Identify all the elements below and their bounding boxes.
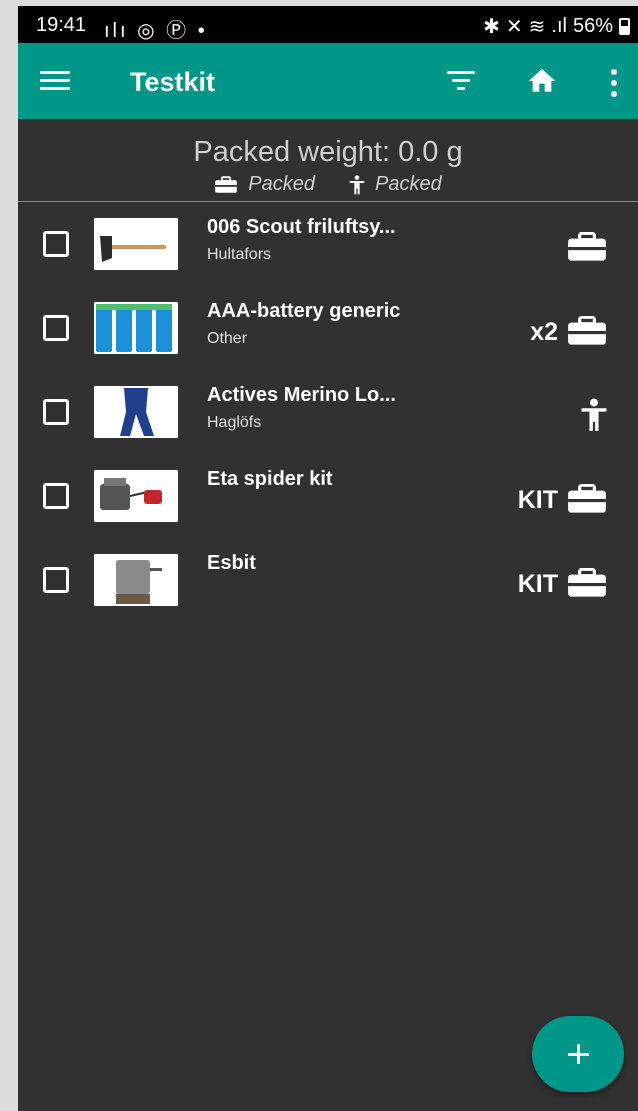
item-brand: Other (207, 330, 248, 347)
system-icons: ✱ ✕ ≋ .ıl 56% (483, 14, 630, 39)
item-name: Esbit (207, 552, 256, 574)
item-list: 006 Scout friluftsy... Hultafors AAA-bat… (18, 204, 638, 624)
packed-checkbox[interactable] (43, 231, 69, 257)
filter-icon[interactable] (445, 71, 477, 93)
person-icon (349, 174, 365, 194)
packed-checkbox[interactable] (43, 399, 69, 425)
status-bar: 19:41 ılı ◎ Ⓟ • ✱ ✕ ≋ .ıl 56% (18, 6, 638, 43)
esbit-pot-image (94, 554, 178, 606)
item-quantity: KIT (517, 486, 558, 514)
menu-icon[interactable] (40, 71, 70, 91)
legend-worn-label: Packed (375, 173, 442, 195)
list-item[interactable]: AAA-battery generic Other x2 (18, 288, 638, 372)
packed-checkbox[interactable] (43, 483, 69, 509)
phone-screen: 19:41 ılı ◎ Ⓟ • ✱ ✕ ≋ .ıl 56% Testkit Pa… (18, 6, 638, 1111)
instagram-icon: ◎ (137, 20, 158, 42)
briefcase-icon[interactable] (566, 484, 608, 514)
item-name: AAA-battery generic (207, 300, 401, 322)
pinterest-icon: Ⓟ (166, 20, 190, 42)
list-item[interactable]: 006 Scout friluftsy... Hultafors (18, 204, 638, 288)
app-bar: Testkit (18, 43, 638, 119)
mute-icon: ✕ (505, 16, 523, 38)
divider (18, 201, 638, 202)
briefcase-icon[interactable] (566, 316, 608, 346)
briefcase-icon (215, 175, 238, 193)
list-item[interactable]: Actives Merino Lo... Haglöfs (18, 372, 638, 456)
notification-icons: ılı ◎ Ⓟ • (104, 14, 208, 43)
item-quantity: x2 (530, 318, 558, 346)
app-title: Testkit (130, 67, 216, 97)
leggings-image (94, 386, 178, 438)
packing-summary: Packed weight: 0.0 g Packed Packed (18, 136, 638, 196)
status-time: 19:41 (36, 14, 87, 36)
bluetooth-icon: ✱ (483, 16, 500, 38)
briefcase-icon[interactable] (566, 232, 608, 262)
item-quantity: KIT (517, 570, 558, 598)
list-item[interactable]: Eta spider kit KIT (18, 456, 638, 540)
item-name: Actives Merino Lo... (207, 384, 396, 406)
item-name: Eta spider kit (207, 468, 333, 490)
stove-kit-image (94, 470, 178, 522)
home-icon[interactable] (526, 65, 558, 97)
signal-bars-icon: ılı (104, 20, 129, 42)
batteries-image (94, 302, 178, 354)
legend-bag-label: Packed (248, 173, 315, 195)
packed-checkbox[interactable] (43, 315, 69, 341)
person-icon[interactable] (580, 398, 608, 432)
packed-weight: Packed weight: 0.0 g (193, 136, 463, 168)
item-brand: Hultafors (207, 246, 272, 263)
more-vert-icon[interactable] (610, 69, 618, 97)
battery-percent: 56% (572, 15, 613, 37)
packed-checkbox[interactable] (43, 567, 69, 593)
axe-image (94, 218, 178, 270)
add-item-button[interactable] (532, 1016, 624, 1092)
dot-icon: • (197, 20, 208, 42)
item-brand: Haglöfs (207, 414, 262, 431)
packed-legend: Packed Packed (18, 173, 638, 196)
battery-icon (619, 18, 630, 35)
cell-signal-icon: .ıl (551, 15, 567, 37)
briefcase-icon[interactable] (566, 568, 608, 598)
list-item[interactable]: Esbit KIT (18, 540, 638, 624)
item-name: 006 Scout friluftsy... (207, 216, 396, 238)
wifi-icon: ≋ (528, 16, 546, 38)
